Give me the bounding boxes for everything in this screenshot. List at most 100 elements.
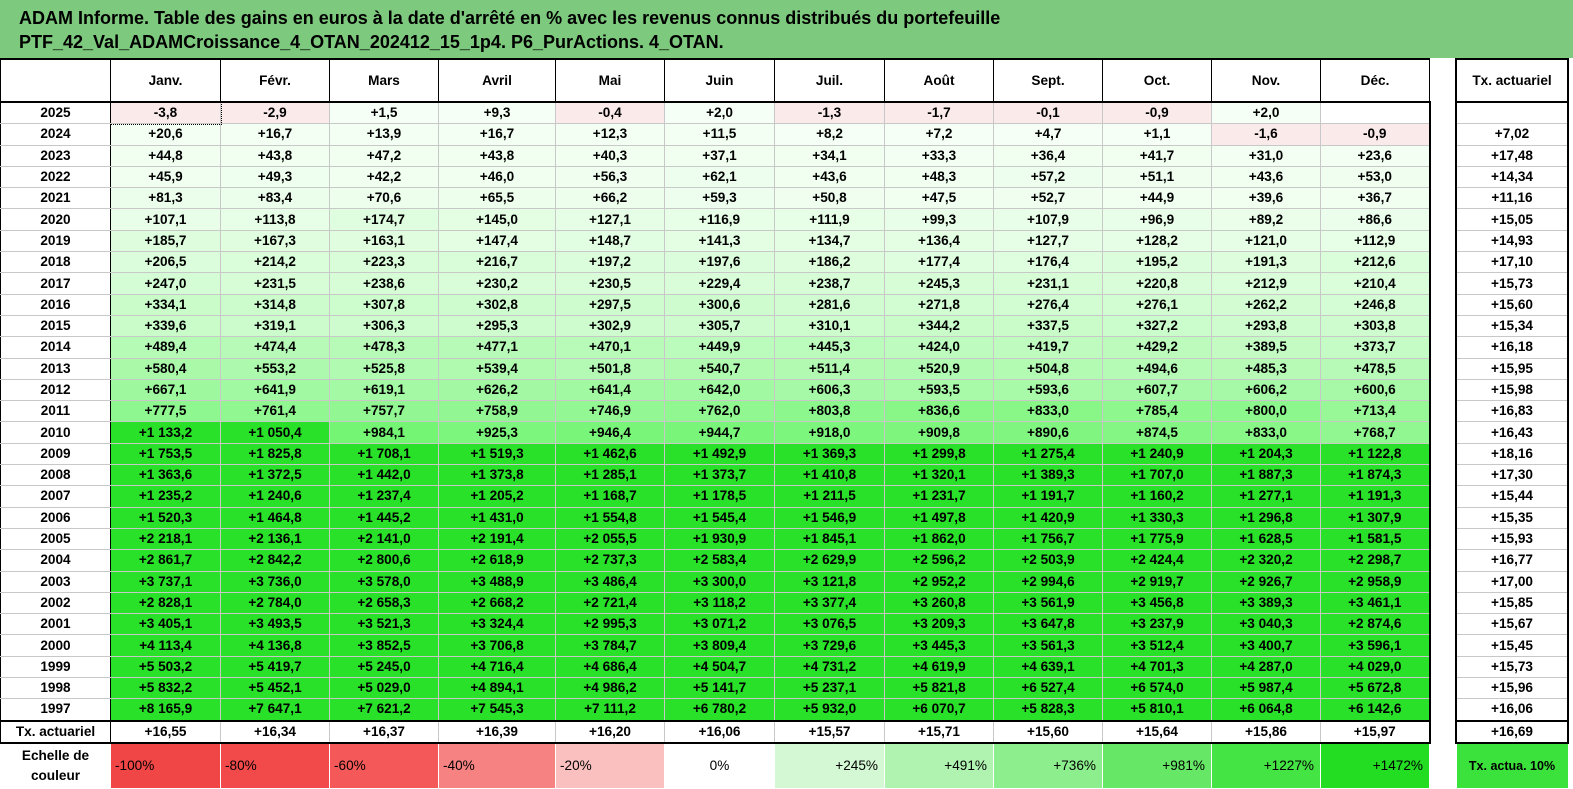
summary-value: +16,55	[110, 719, 221, 744]
value-cell: +833,0	[993, 400, 1103, 423]
value-cell: +761,4	[220, 400, 330, 423]
value-cell: +4,7	[993, 123, 1103, 146]
value-cell: +5 810,1	[1102, 698, 1212, 722]
value-cell: +2 995,3	[555, 613, 665, 636]
value-cell: +3 121,8	[774, 570, 885, 593]
value-cell: +1 122,8	[1320, 442, 1431, 466]
value-cell: +758,9	[438, 400, 556, 423]
value-cell: +1 492,9	[664, 442, 775, 466]
color-scale-swatch: -20%	[555, 742, 665, 789]
value-cell: +3 456,8	[1102, 591, 1212, 615]
value-cell: +1 756,7	[993, 527, 1103, 551]
value-cell: +504,8	[993, 357, 1103, 380]
year-cell: 2012	[0, 378, 111, 402]
value-cell: +874,5	[1102, 421, 1212, 444]
year-cell: 2022	[0, 165, 111, 189]
year-cell: 2024	[0, 123, 111, 146]
rate-row: +15,34	[1455, 314, 1569, 338]
table-row: 2012 +667,1 +641,9 +619,1 +626,2 +641,4 +642,0…	[0, 378, 1431, 402]
summary-rate: +16,69	[1455, 719, 1569, 744]
value-cell: +11,5	[664, 123, 775, 146]
month-header-11: Nov.	[1211, 58, 1321, 103]
value-cell: +478,5	[1320, 357, 1431, 380]
value-cell: +191,3	[1211, 251, 1321, 274]
value-cell: +2 583,4	[664, 549, 775, 572]
table-row: 2011 +777,5 +761,4 +757,7 +758,9 +746,9 +762,0…	[0, 400, 1431, 423]
value-cell: +42,2	[329, 165, 439, 189]
value-cell: +1 420,9	[993, 506, 1103, 529]
value-cell: +49,3	[220, 165, 330, 189]
value-cell: +1 275,4	[993, 442, 1103, 466]
rate-row: +18,16	[1455, 442, 1569, 466]
value-cell: +1 462,6	[555, 442, 665, 466]
value-cell: +4 731,2	[774, 655, 885, 679]
month-header-1: Janv.	[110, 58, 221, 103]
value-cell: +3 596,1	[1320, 634, 1431, 657]
rate-cell: +15,73	[1455, 655, 1569, 679]
value-cell: +2 320,2	[1211, 549, 1321, 572]
rate-row: +17,30	[1455, 464, 1569, 487]
rate-cell: +15,05	[1455, 208, 1569, 231]
month-header-9: Sept.	[993, 58, 1103, 103]
value-cell: +984,1	[329, 421, 439, 444]
value-cell: +2 136,1	[220, 527, 330, 551]
value-cell: +238,6	[329, 272, 439, 295]
value-cell: +2 503,9	[993, 549, 1103, 572]
rate-row: +16,43	[1455, 421, 1569, 444]
value-cell: +539,4	[438, 357, 556, 380]
value-cell: +2 218,1	[110, 527, 221, 551]
value-cell: +210,4	[1320, 272, 1431, 295]
table-row: 2014 +489,4 +474,4 +478,3 +477,1 +470,1 +449,9…	[0, 336, 1431, 359]
year-cell: 2010	[0, 421, 111, 444]
year-cell: 2013	[0, 357, 111, 380]
value-cell: +2 994,6	[993, 570, 1103, 593]
color-scale-swatch: +736%	[993, 742, 1103, 789]
value-cell: +3 521,3	[329, 613, 439, 636]
color-scale-swatch: +491%	[884, 742, 994, 789]
value-cell: +477,1	[438, 336, 556, 359]
value-cell: +3 237,9	[1102, 613, 1212, 636]
value-cell: +800,0	[1211, 400, 1321, 423]
value-cell: +246,8	[1320, 293, 1431, 316]
value-cell: +314,8	[220, 293, 330, 316]
value-cell: +41,7	[1102, 144, 1212, 167]
value-cell: +4 136,8	[220, 634, 330, 657]
value-cell: +70,6	[329, 187, 439, 210]
value-cell: +4 894,1	[438, 677, 556, 700]
value-cell: +214,2	[220, 251, 330, 274]
value-cell: +2 298,7	[1320, 549, 1431, 572]
table-row: 2022 +45,9 +49,3 +42,2 +46,0 +56,3 +62,1 +43,6 +…	[0, 165, 1431, 189]
value-cell: +1 307,9	[1320, 506, 1431, 529]
value-cell: +163,1	[329, 229, 439, 253]
value-cell: +470,1	[555, 336, 665, 359]
rate-scale-swatch: Tx. actua. 10%	[1455, 742, 1569, 789]
value-cell: +177,4	[884, 251, 994, 274]
value-cell: +319,1	[220, 314, 330, 338]
value-cell: +757,7	[329, 400, 439, 423]
rate-row: +15,35	[1455, 506, 1569, 529]
value-cell: +212,6	[1320, 251, 1431, 274]
value-cell: +197,6	[664, 251, 775, 274]
value-cell: +5 987,4	[1211, 677, 1321, 700]
value-cell: +890,6	[993, 421, 1103, 444]
year-cell: 2023	[0, 144, 111, 167]
color-scale-swatch: -100%	[110, 742, 221, 789]
value-cell: +12,3	[555, 123, 665, 146]
value-cell: +3 071,2	[664, 613, 775, 636]
value-cell: +641,9	[220, 378, 330, 402]
value-cell: +511,4	[774, 357, 885, 380]
value-cell: +112,9	[1320, 229, 1431, 253]
value-cell: +642,0	[664, 378, 775, 402]
value-cell: +136,4	[884, 229, 994, 253]
value-cell: +23,6	[1320, 144, 1431, 167]
value-cell: +5 932,0	[774, 698, 885, 722]
value-cell: +4 716,4	[438, 655, 556, 679]
rate-cell: +14,34	[1455, 165, 1569, 189]
value-cell	[1320, 101, 1431, 125]
value-cell: +247,0	[110, 272, 221, 295]
summary-value: +16,20	[555, 719, 665, 744]
value-cell: +1 299,8	[884, 442, 994, 466]
table-row: 2005 +2 218,1 +2 136,1 +2 141,0 +2 191,4 +2 0…	[0, 527, 1431, 551]
value-cell: +1 285,1	[555, 464, 665, 487]
value-cell: +5 419,7	[220, 655, 330, 679]
